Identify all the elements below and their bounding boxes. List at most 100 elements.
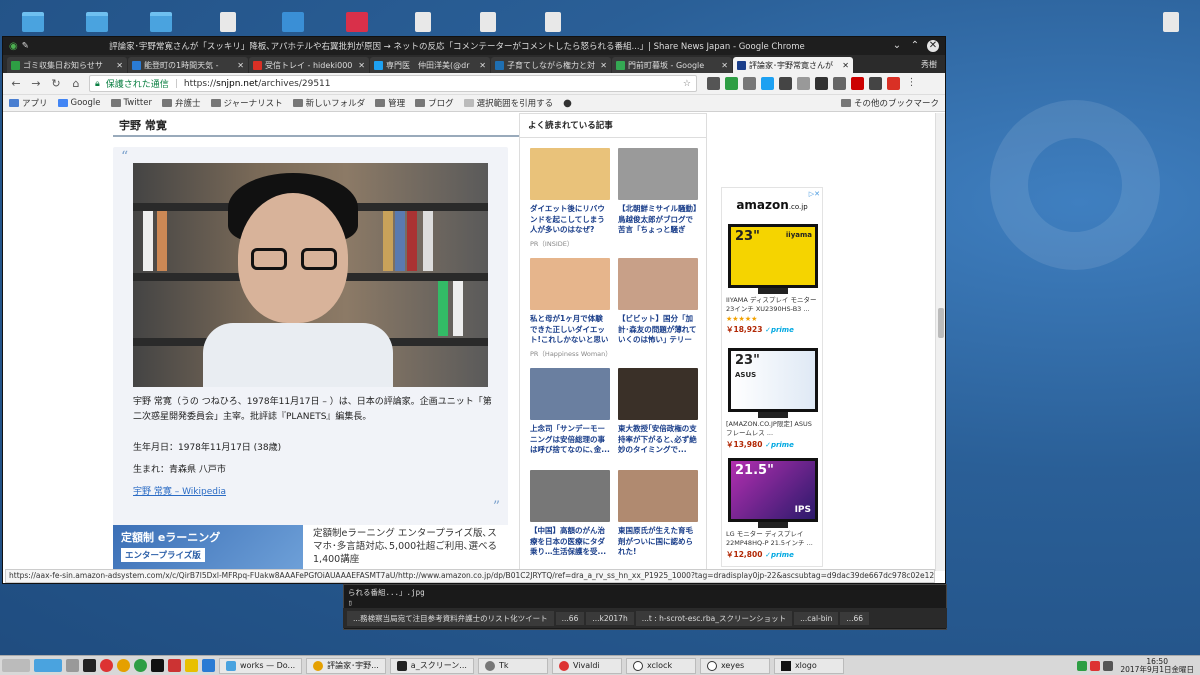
bookmark-twitter[interactable]: Twitter [110,98,152,108]
adchoices-icon[interactable]: ▷✕ [809,190,820,198]
article-thumbnail[interactable] [530,470,610,522]
terminal-tab[interactable]: ...66 [840,611,870,625]
amazon-logo[interactable]: amazon.co.jp [722,198,822,212]
file-icon[interactable] [480,12,496,32]
penguin-icon[interactable] [185,659,198,672]
folder-icon[interactable] [66,659,79,672]
tab[interactable]: 専門医 仲田洋美(@dr ✕ [370,57,490,73]
workspace-icon[interactable] [2,659,30,672]
chrome-icon[interactable] [117,659,130,672]
extension-icon[interactable] [743,77,756,90]
tab-close-icon[interactable]: ✕ [234,61,244,70]
terminal-tab[interactable]: ...t : h-scrot-esc.rba_スクリーンショット [635,610,793,626]
bookmark-admin[interactable]: 管理 [375,97,405,109]
bookmark-blog[interactable]: ブログ [415,97,454,109]
tab[interactable]: ゴミ収集日お知らせサ ✕ [7,57,127,73]
extension-icon[interactable] [797,77,810,90]
tab-close-icon[interactable]: ✕ [113,61,123,70]
ad-image[interactable]: 定額制 eラーニング エンタープライズ版 [113,525,303,571]
reload-icon[interactable]: ↻ [49,77,63,91]
tab[interactable]: 受信トレイ - hideki000 ✕ [249,57,369,73]
article-thumbnail[interactable] [618,368,698,420]
file-icon[interactable] [1163,12,1179,32]
app-icon[interactable] [151,659,164,672]
app-icon[interactable] [282,12,304,32]
folder-icon[interactable] [22,12,44,32]
elearning-ad[interactable]: 定額制 eラーニング エンタープライズ版 定額制eラーニング エンタープライズ版… [113,525,508,571]
tray-icon[interactable] [1090,660,1101,671]
tab[interactable]: 門前町暮坂 - Google ✕ [612,57,732,73]
bookmark-other[interactable]: その他のブックマーク [840,97,939,109]
terminal-tab[interactable]: ...務検察当局宛て注目参考資料弁護士のリスト化ツイート [347,610,554,626]
tab-close-icon[interactable]: ✕ [355,61,365,70]
monitor-image[interactable]: 23" ASUS [728,348,818,412]
bookmark-lawyer[interactable]: 弁護士 [162,97,201,109]
lock-icon[interactable]: 🔒︎ [95,79,100,89]
bookmark-journalist[interactable]: ジャーナリスト [210,97,283,109]
tab-close-icon[interactable]: ✕ [718,61,728,70]
article-title[interactable]: 【北朝鮮ミサイル騒動】鳥越俊太郎がブログで苦言「ちょっと騒ぎ過... [618,204,698,236]
taskbar-item[interactable]: xclock [625,657,696,674]
product-name[interactable]: IIYAMA ディスプレイ モニター 23インチ XU2390HS-B3 ... [726,296,820,314]
tab[interactable]: 能登町の1時間天気 - ✕ [128,57,248,73]
extension-icon[interactable] [779,77,792,90]
back-icon[interactable]: ← [9,77,23,91]
article-thumbnail[interactable] [530,368,610,420]
bookmark-apps[interactable]: アプリ [9,97,48,109]
product-card[interactable]: 21.5" IPS LG モニター ディスプレイ 22MP48HQ-P 21.5… [726,458,820,560]
product-name[interactable]: [AMAZON.CO.JP限定] ASUS フレームレス ... [726,420,820,438]
volume-icon[interactable] [1103,660,1114,671]
article-title[interactable]: 【中国】高額のがん治療を日本の医療にタダ乗り…生活保護を受... [530,526,610,558]
bookmark-github[interactable]: ● [563,98,572,109]
home-folder-icon[interactable] [86,12,108,32]
app-icon[interactable] [168,659,181,672]
taskbar-item[interactable]: Vivaldi [551,657,622,674]
extension-icon[interactable] [761,77,774,90]
profile-name[interactable]: 秀樹 [913,59,945,70]
article-card[interactable]: 【中国】高額のがん治療を日本の医療にタダ乗り…生活保護を受... [530,470,610,558]
bookmark-google[interactable]: Google [57,98,101,108]
article-card[interactable]: 【北朝鮮ミサイル騒動】鳥越俊太郎がブログで苦言「ちょっと騒ぎ過... [618,148,698,236]
terminal-tab[interactable]: ...66 [555,611,585,625]
bookmark-new-folder[interactable]: 新しいフォルダ [292,97,365,109]
taskbar-item[interactable]: xeyes [699,657,770,674]
article-thumbnail[interactable] [618,470,698,522]
extension-icon[interactable] [725,77,738,90]
taskbar-item[interactable]: xlogo [773,657,844,674]
vertical-scrollbar[interactable] [935,113,945,571]
scroll-thumb[interactable] [938,308,944,338]
article-thumbnail[interactable] [618,258,698,310]
terminal-icon[interactable] [83,659,96,672]
workspace-icon[interactable] [34,659,62,672]
home-icon[interactable]: ⌂ [69,77,83,91]
monitor-image[interactable]: 23" iiyama [728,224,818,288]
taskbar-item[interactable]: 評論家･宇野... [306,657,386,674]
taskbar-item[interactable]: Tk [477,657,548,674]
article-title[interactable]: 東国原氏が生えた育毛剤がついに国に認められた! [618,526,698,558]
minimize-button[interactable]: ⌄ [891,40,903,52]
article-thumbnail[interactable] [618,148,698,200]
folder-icon[interactable] [150,12,172,32]
tab-close-icon[interactable]: ✕ [597,61,607,70]
taskbar-item[interactable]: a_スクリーン... [389,657,474,674]
vivaldi-icon[interactable] [100,659,113,672]
file-icon[interactable] [220,12,236,32]
extension-icon[interactable] [815,77,828,90]
tab[interactable]: 子育てしながら権力と対 ✕ [491,57,611,73]
terminal-tab[interactable]: ...k2017h [586,611,634,625]
tab-close-icon[interactable]: ✕ [839,61,849,70]
extension-icon[interactable] [707,77,720,90]
ad-text[interactable]: 定額制eラーニング エンタープライズ版､スマホ･多言語対応､5,000社超ご利用… [313,527,503,566]
product-card[interactable]: 23" iiyama IIYAMA ディスプレイ モニター 23インチ XU23… [726,224,820,335]
article-card[interactable]: 上念司「サンデーモーニングは安倍総理の事は呼び捨てなのに､金... [530,368,610,456]
extension-icon[interactable] [869,77,882,90]
app-icon[interactable] [346,12,368,32]
app-icon[interactable] [134,659,147,672]
address-bar[interactable]: 🔒︎ 保護された通信 | https://snjpn.net/archives/… [89,75,697,92]
clock[interactable]: 16:50 2017年9月1日金曜日 [1116,657,1198,674]
wikipedia-link[interactable]: 宇野 常寛 – Wikipedia [133,485,226,500]
article-title[interactable]: ダイエット後にリバウンドを起こしてしまう人が多いのはなぜ? [530,204,610,236]
article-title[interactable]: 上念司「サンデーモーニングは安倍総理の事は呼び捨てなのに､金... [530,424,610,456]
taskbar-item[interactable]: works — Do... [219,657,303,674]
monitor-image[interactable]: 21.5" IPS [728,458,818,522]
